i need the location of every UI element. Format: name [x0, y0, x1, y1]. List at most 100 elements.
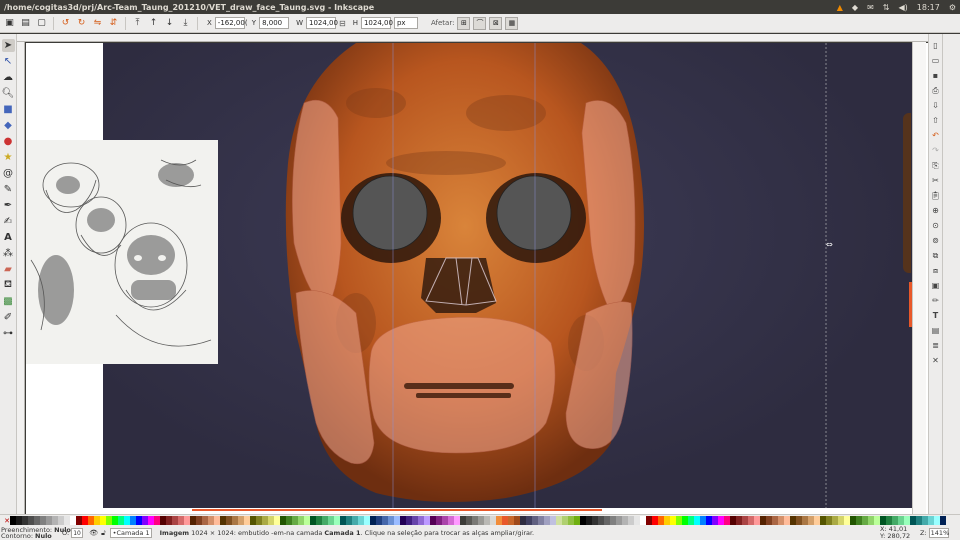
gradient-tool-icon[interactable]: ▩ — [2, 295, 15, 308]
select-all-icon[interactable]: ▣ — [3, 17, 16, 30]
tweak-tool-icon[interactable]: ☁ — [2, 71, 15, 84]
skull-artwork: ⇔ — [285, 43, 833, 508]
cursor-coordinates: X: 41,01 Y: 280,72 — [880, 526, 920, 539]
ellipse-tool-icon[interactable]: ● — [2, 135, 15, 148]
drawing-canvas[interactable]: ⇔ — [26, 43, 928, 514]
redo-icon[interactable]: ↷ — [930, 145, 941, 156]
rectangle-tool-icon[interactable]: ■ — [2, 103, 15, 116]
unit-select[interactable]: px — [393, 17, 418, 29]
layer-dropdown[interactable]: •Camada 1 — [109, 528, 152, 538]
node-tool-icon[interactable]: ↖ — [2, 55, 15, 68]
undo-icon[interactable]: ↶ — [930, 130, 941, 141]
flip-vertical-icon[interactable]: ⇵ — [107, 17, 120, 30]
duplicate-icon[interactable]: ⧉ — [930, 250, 941, 261]
stroke-label: Contorno: — [1, 532, 34, 540]
import-icon[interactable]: ⇩ — [930, 100, 941, 111]
star-tool-icon[interactable]: ★ — [2, 151, 15, 164]
scale-corners-toggle[interactable]: ⌒ — [473, 16, 487, 30]
zoom-selection-icon[interactable]: ⊕ — [930, 205, 941, 216]
clone-icon[interactable]: ⧈ — [930, 265, 941, 276]
fill-stroke-indicator[interactable]: Preenchimento: Nulo Contorno: Nulo — [0, 527, 71, 540]
preferences-icon[interactable]: ✕ — [930, 355, 941, 366]
save-icon[interactable]: ▪ — [930, 70, 941, 81]
raise-icon[interactable]: ↑ — [147, 17, 160, 30]
eraser-tool-icon[interactable]: ▰ — [2, 263, 15, 276]
zoom-field[interactable]: 141% — [928, 528, 949, 538]
palette-swatches[interactable] — [10, 516, 946, 525]
move-gradients-toggle[interactable]: ⊠ — [489, 16, 503, 30]
raise-to-top-icon[interactable]: ⤒ — [131, 17, 144, 30]
spiral-tool-icon[interactable]: @ — [2, 167, 15, 180]
paste-icon[interactable]: 📋︎ — [930, 190, 941, 201]
commands-bar: ▯ ▭ ▪ ⎙ ⇩ ⇧ ↶ ↷ ⎘ ✂ 📋︎ ⊕ ⊙ ⊚ ⧉ ⧈ ▣ ✏ T ▤… — [928, 34, 942, 514]
afetar-label: Afetar: — [430, 19, 455, 27]
zoom-tool-icon[interactable]: 🔍︎ — [2, 87, 15, 100]
scale-stroke-toggle[interactable]: ⊞ — [457, 16, 471, 30]
x-label: X — [207, 19, 212, 27]
h-field[interactable]: 1024,00 — [360, 17, 393, 29]
lower-icon[interactable]: ↓ — [163, 17, 176, 30]
zoom-control: Z: 141% — [920, 528, 949, 538]
pencil-tool-icon[interactable]: ✎ — [2, 183, 15, 196]
pen-tool-icon[interactable]: ✒ — [2, 199, 15, 212]
fill-stroke-icon[interactable]: ✏ — [930, 295, 941, 306]
calligraphy-tool-icon[interactable]: ✍ — [2, 215, 15, 228]
paint-bucket-tool-icon[interactable]: ⛾ — [2, 279, 15, 292]
layer-visibility-icon[interactable]: 👁︎ — [89, 529, 98, 537]
opacity-field[interactable]: 10 — [71, 528, 84, 538]
x-field[interactable]: -162,00( — [214, 17, 248, 29]
separator — [125, 16, 126, 30]
group-icon[interactable]: ▣ — [930, 280, 941, 291]
dropper-tool-icon[interactable]: ✐ — [2, 311, 15, 324]
connector-tool-icon[interactable]: ⊶ — [2, 327, 15, 340]
rotate-ccw-icon[interactable]: ↺ — [59, 17, 72, 30]
color-swatch[interactable] — [940, 516, 946, 525]
volume-icon[interactable]: ◀) — [898, 3, 907, 12]
dropbox-icon[interactable]: ◆ — [852, 3, 858, 12]
h-label: H — [352, 19, 358, 27]
horizontal-ruler[interactable] — [17, 34, 928, 42]
vertical-scrollbar[interactable] — [909, 42, 926, 514]
xml-editor-icon[interactable]: ▤ — [930, 325, 941, 336]
open-icon[interactable]: ▭ — [930, 55, 941, 66]
layer-lock-icon[interactable]: 🔓︎ — [101, 529, 106, 538]
copy-icon[interactable]: ⎘ — [930, 160, 941, 171]
y-field[interactable]: 8,000 — [259, 17, 290, 29]
box3d-tool-icon[interactable]: ◆ — [2, 119, 15, 132]
network-icon[interactable]: ⇅ — [883, 3, 890, 12]
status-message-layer: Camada 1 — [324, 529, 361, 537]
deselect-icon[interactable]: ▢ — [35, 17, 48, 30]
w-field[interactable]: 1024,00 — [306, 17, 338, 29]
text-font-icon[interactable]: T — [930, 310, 941, 321]
separator — [197, 16, 198, 30]
zoom-page-icon[interactable]: ⊚ — [930, 235, 941, 246]
window-title-bar: /home/cogitas3d/prj/Arc-Team_Taung_20121… — [0, 0, 960, 14]
status-message-mid: 1024 × 1024: embutido -em-na camada — [189, 529, 325, 537]
scroll-thumb[interactable] — [909, 282, 912, 327]
vlc-icon[interactable]: ▲ — [837, 3, 843, 12]
status-message: Imagem 1024 × 1024: embutido -em-na cama… — [160, 529, 535, 537]
new-document-icon[interactable]: ▯ — [930, 40, 941, 51]
zoom-drawing-icon[interactable]: ⊙ — [930, 220, 941, 231]
selector-tool-icon[interactable]: ➤ — [1, 39, 15, 52]
text-tool-icon[interactable]: A — [2, 231, 15, 244]
lock-proportions-icon[interactable]: ⊟ — [339, 19, 346, 28]
vertical-ruler[interactable] — [17, 42, 25, 514]
print-icon[interactable]: ⎙ — [930, 85, 941, 96]
color-palette: ✕ — [0, 514, 960, 526]
export-icon[interactable]: ⇧ — [930, 115, 941, 126]
separator — [53, 16, 54, 30]
power-icon[interactable]: ⚙ — [949, 3, 956, 12]
rotate-cw-icon[interactable]: ↻ — [75, 17, 88, 30]
cut-icon[interactable]: ✂ — [930, 175, 941, 186]
select-all-layers-icon[interactable]: ▤ — [19, 17, 32, 30]
move-patterns-toggle[interactable]: ▦ — [505, 16, 519, 30]
mail-icon[interactable]: ✉ — [867, 3, 874, 12]
lower-to-bottom-icon[interactable]: ⤓ — [179, 17, 192, 30]
spray-tool-icon[interactable]: ⁂ — [2, 247, 15, 260]
align-icon[interactable]: ≣ — [930, 340, 941, 351]
system-tray: ▲ ◆ ✉ ⇅ ◀) 18:17 ⚙ — [837, 0, 956, 14]
flip-horizontal-icon[interactable]: ⇋ — [91, 17, 104, 30]
clock[interactable]: 18:17 — [917, 3, 940, 12]
cursor-y: Y: 280,72 — [880, 531, 911, 540]
